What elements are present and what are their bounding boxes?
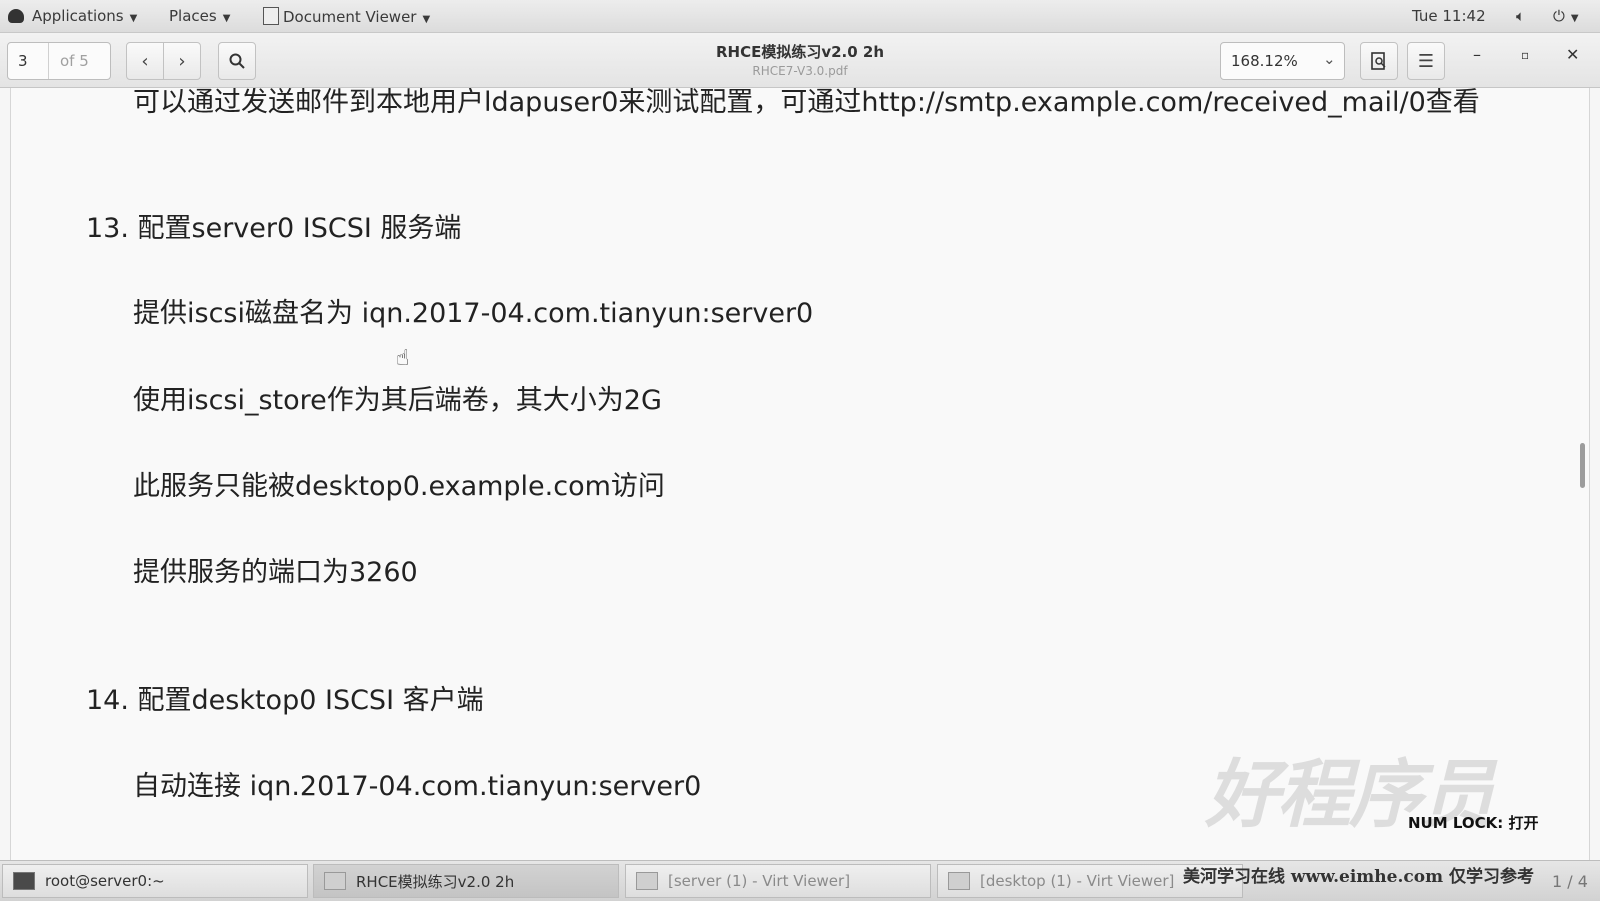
taskbar-item-label: RHCE模拟练习v2.0 2h — [356, 872, 515, 891]
app-menu-label: Document Viewer — [283, 8, 417, 26]
zoom-selector[interactable]: 168.12% ⌄ — [1220, 42, 1345, 80]
taskbar-item-document-viewer[interactable]: RHCE模拟练习v2.0 2h — [313, 864, 619, 898]
taskbar-item-label: [desktop (1) - Virt Viewer] — [980, 872, 1175, 890]
section-13-item: 提供服务的端口为3260 — [133, 557, 418, 588]
section-13-item: 提供iscsi磁盘名为 iqn.2017-04.com.tianyun:serv… — [133, 298, 814, 329]
taskbar-item-terminal[interactable]: root@server0:~ — [2, 864, 308, 898]
clock[interactable]: Tue 11:42 — [1412, 7, 1486, 25]
volume-icon[interactable]: 🔈︎ — [1516, 7, 1525, 25]
close-icon[interactable]: ✕ — [1566, 45, 1579, 64]
monitor-icon — [948, 872, 970, 890]
workspace-indicator[interactable]: 1 / 4 — [1552, 872, 1588, 891]
document-viewer-icon — [324, 872, 346, 890]
section-13-item: 使用iscsi_store作为其后端卷，其大小为2G — [133, 385, 662, 416]
app-menu[interactable]: Document Viewer ▼ — [263, 7, 430, 26]
menu-button[interactable]: ☰ — [1407, 42, 1445, 80]
chevron-down-icon: ▼ — [422, 14, 431, 25]
minimize-icon[interactable]: – — [1473, 45, 1481, 64]
chevron-down-icon: ▼ — [222, 13, 231, 24]
section-13-item: 此服务只能被desktop0.example.com访问 — [133, 471, 665, 502]
power-icon[interactable]: ⏻ ▼ — [1553, 7, 1579, 25]
places-menu[interactable]: Places ▼ — [169, 7, 230, 25]
taskbar-item-label: [server (1) - Virt Viewer] — [668, 872, 851, 890]
header-bar: 3 of 5 ‹ › RHCE模拟练习v2.0 2h RHCE7-V3.0.pd… — [0, 33, 1600, 88]
footer-watermark: 美河学习在线 www.eimhe.com 仅学习参考 — [1183, 867, 1534, 887]
maximize-icon[interactable]: ▫ — [1521, 48, 1529, 62]
applications-label: Applications — [32, 7, 124, 25]
section-14-heading: 14. 配置desktop0 ISCSI 客户端 — [86, 685, 484, 716]
places-label: Places — [169, 7, 217, 25]
section-14-item: 自动连接 iqn.2017-04.com.tianyun:server0 — [133, 771, 702, 802]
scrollbar-thumb[interactable] — [1580, 443, 1585, 488]
taskbar-item-label: root@server0:~ — [45, 872, 165, 890]
chevron-down-icon: ⌄ — [1323, 50, 1336, 68]
gnome-foot-icon — [8, 9, 24, 23]
monitor-icon — [636, 872, 658, 890]
zoom-value: 168.12% — [1231, 52, 1298, 70]
partial-text-line: 可以通过发送邮件到本地用户ldapuser0来测试配置，可通过http://sm… — [133, 88, 1480, 118]
taskbar-item-server-viewer[interactable]: [server (1) - Virt Viewer] — [625, 864, 931, 898]
document-viewer-icon — [263, 7, 279, 25]
applications-menu[interactable]: Applications ▼ — [8, 7, 137, 25]
chevron-down-icon: ▼ — [129, 13, 138, 24]
numlock-indicator: NUM LOCK: 打开 — [1408, 814, 1539, 832]
hand-cursor-icon: ☝︎ — [396, 346, 410, 371]
top-panel: Applications ▼ Places ▼ Document Viewer ▼ T… — [0, 0, 1600, 33]
section-13-heading: 13. 配置server0 ISCSI 服务端 — [86, 213, 462, 244]
document-properties-button[interactable] — [1360, 42, 1398, 80]
chevron-down-icon: ▼ — [1570, 13, 1579, 24]
document-search-icon — [1371, 52, 1386, 70]
terminal-icon — [13, 872, 35, 890]
hamburger-icon: ☰ — [1417, 50, 1435, 72]
